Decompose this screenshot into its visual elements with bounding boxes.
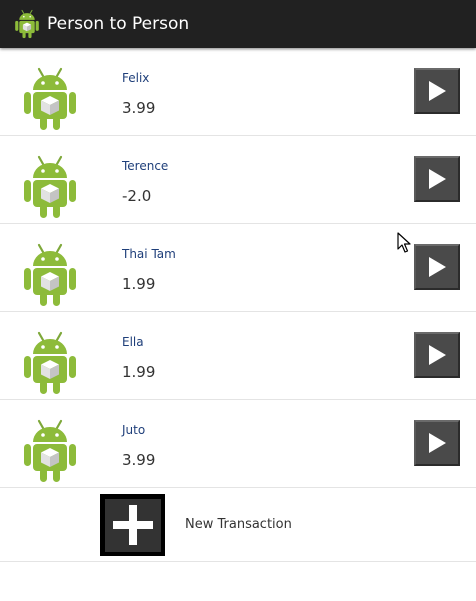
play-button[interactable] bbox=[414, 332, 460, 378]
play-icon bbox=[427, 168, 447, 190]
person-name: Thai Tam bbox=[122, 247, 176, 261]
amount: -2.0 bbox=[122, 187, 152, 205]
play-button[interactable] bbox=[414, 68, 460, 114]
play-icon bbox=[427, 256, 447, 278]
list-item[interactable]: Ella 1.99 bbox=[0, 312, 476, 400]
list-item[interactable]: Terence -2.0 bbox=[0, 136, 476, 224]
play-button[interactable] bbox=[414, 156, 460, 202]
app-title: Person to Person bbox=[47, 14, 190, 34]
new-transaction-button[interactable] bbox=[100, 494, 165, 556]
amount: 1.99 bbox=[122, 363, 156, 381]
android-robot-icon[interactable] bbox=[13, 9, 41, 39]
play-button[interactable] bbox=[414, 420, 460, 466]
person-name: Felix bbox=[122, 71, 150, 85]
plus-icon bbox=[112, 505, 153, 545]
android-robot-icon bbox=[22, 242, 78, 308]
amount: 3.99 bbox=[122, 451, 156, 469]
person-name: Juto bbox=[122, 423, 146, 437]
action-bar: Person to Person bbox=[0, 0, 476, 48]
mouse-cursor-icon bbox=[397, 232, 411, 253]
amount: 3.99 bbox=[122, 99, 156, 117]
person-name: Ella bbox=[122, 335, 144, 349]
new-transaction-label: New Transaction bbox=[185, 517, 292, 532]
plus-button-face bbox=[104, 498, 161, 552]
person-name: Terence bbox=[122, 159, 169, 173]
android-robot-icon bbox=[22, 154, 78, 220]
play-button[interactable] bbox=[414, 244, 460, 290]
android-robot-icon bbox=[22, 418, 78, 484]
new-transaction-row[interactable]: New Transaction bbox=[0, 488, 476, 562]
list-item[interactable]: Juto 3.99 bbox=[0, 400, 476, 488]
play-icon bbox=[427, 344, 447, 366]
android-robot-icon bbox=[22, 66, 78, 132]
play-icon bbox=[427, 432, 447, 454]
amount: 1.99 bbox=[122, 275, 156, 293]
android-robot-icon bbox=[22, 330, 78, 396]
list-item[interactable]: Felix 3.99 bbox=[0, 48, 476, 136]
transaction-list: Felix 3.99 Terence -2.0 Thai Tam 1.99 El… bbox=[0, 48, 476, 488]
play-icon bbox=[427, 80, 447, 102]
